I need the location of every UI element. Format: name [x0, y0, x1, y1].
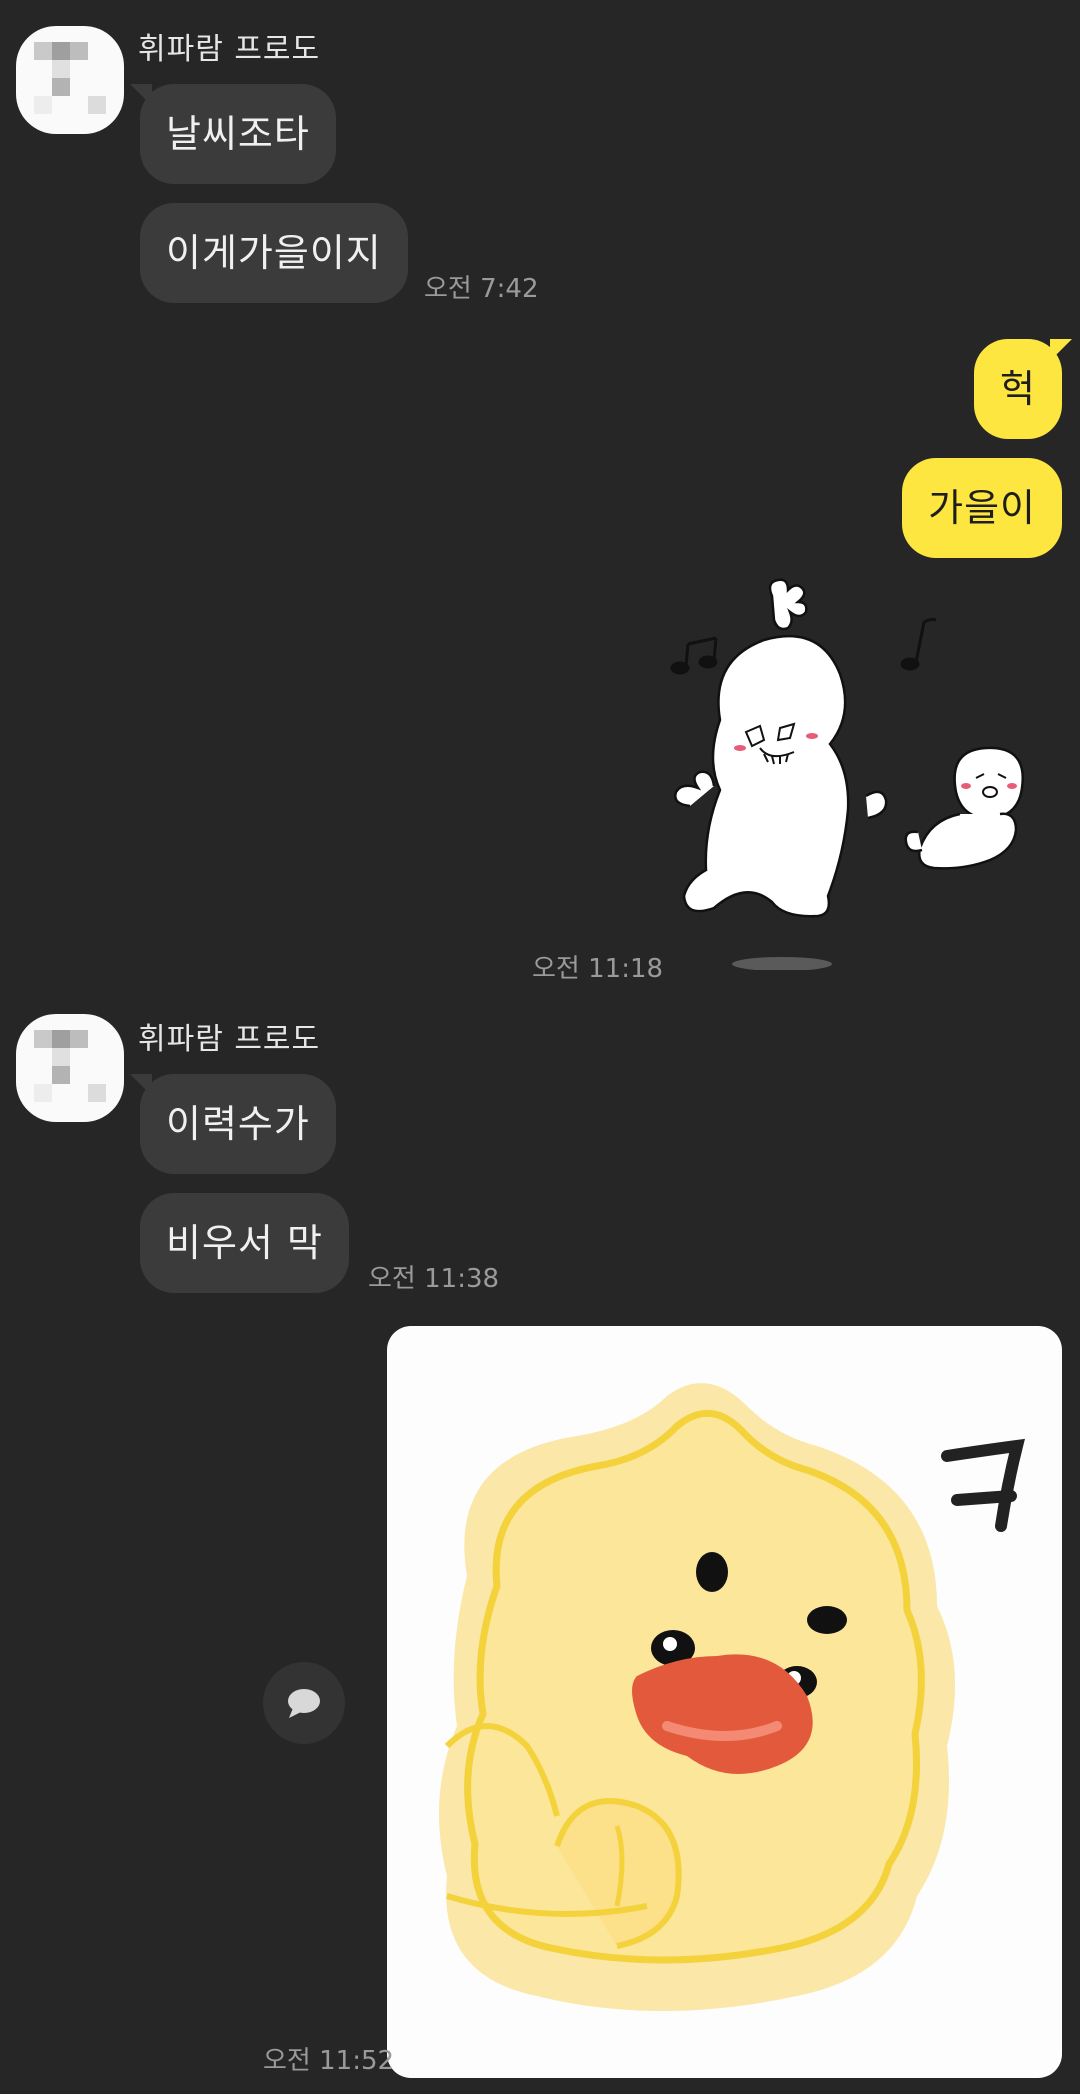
speech-bubble-icon [288, 1689, 320, 1718]
message-text: 이력수가 [166, 1102, 310, 1146]
message-text: 비우서 막 [166, 1221, 323, 1265]
timestamp: 오전 11:18 [532, 954, 664, 984]
my-message-bubble[interactable]: 헉 [974, 339, 1072, 439]
dancing-characters-sticker [670, 578, 1024, 971]
message-bubble[interactable]: 이력수가 [130, 1074, 336, 1174]
music-note-icon [900, 617, 937, 671]
duck-sticker[interactable] [387, 1326, 1062, 2078]
sender-name: 휘파람 프로도 [138, 1022, 321, 1057]
message-bubble[interactable]: 비우서 막 [140, 1193, 349, 1293]
message-text: 가을이 [928, 486, 1036, 530]
my-message-bubble[interactable]: 가을이 [902, 458, 1062, 558]
message-text: 헉 [1000, 367, 1036, 411]
timestamp: 오전 11:38 [368, 1264, 500, 1294]
sticker[interactable] [660, 570, 1070, 971]
duck-sticker-image [439, 1383, 1025, 2011]
message-bubble[interactable]: 날씨조타 [130, 84, 336, 184]
message-text: 날씨조타 [166, 112, 310, 156]
message-text: 이게가을이지 [166, 231, 382, 275]
avatar[interactable] [16, 26, 124, 134]
reply-button[interactable] [263, 1662, 345, 1744]
music-note-icon [670, 636, 718, 675]
timestamp: 오전 7:42 [424, 274, 539, 304]
sender-name: 휘파람 프로도 [138, 32, 321, 67]
message-bubble[interactable]: 이게가을이지 [140, 203, 408, 303]
timestamp: 오전 11:52 [263, 2046, 395, 2076]
avatar[interactable] [16, 1014, 124, 1122]
